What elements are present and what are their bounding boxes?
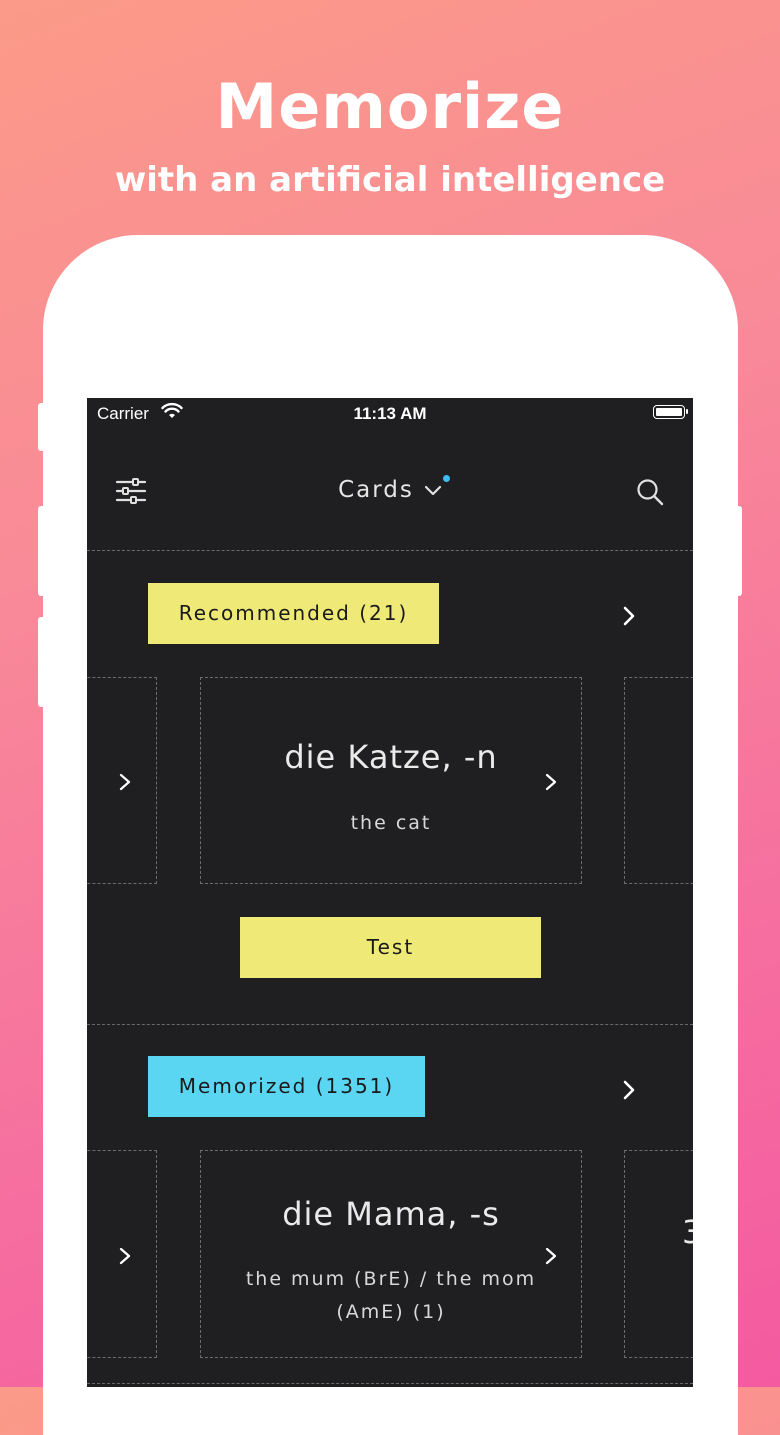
chevron-right-icon <box>545 1247 557 1265</box>
phone-volume-down <box>38 617 46 707</box>
memorized-chip[interactable]: Memorized (1351) <box>148 1056 425 1117</box>
chevron-right-icon[interactable] <box>619 604 639 628</box>
status-time: 11:13 AM <box>353 404 427 423</box>
previous-card[interactable] <box>87 1150 157 1358</box>
card-word: die Mama, -s <box>282 1195 500 1233</box>
search-icon[interactable] <box>635 477 665 507</box>
battery-icon <box>653 405 688 419</box>
promo-headline: Memorize <box>215 70 565 143</box>
phone-power-button <box>734 506 742 596</box>
recommended-chip[interactable]: Recommended (21) <box>148 583 439 644</box>
flashcard[interactable]: die Mama, -s the mum (BrE) / the mom (Am… <box>200 1150 582 1358</box>
next-card-peek-text: 3 <box>682 1213 693 1251</box>
next-card[interactable] <box>624 677 693 884</box>
next-card[interactable]: 3 <box>624 1150 693 1358</box>
card-word: die Katze, -n <box>284 738 498 776</box>
chevron-right-icon[interactable] <box>619 1078 639 1102</box>
chevron-down-icon <box>424 485 441 495</box>
nav-title-dropdown[interactable]: Cards <box>87 477 693 503</box>
section-divider <box>87 1383 693 1384</box>
nav-bar: Cards <box>87 453 693 533</box>
chevron-right-icon <box>119 1247 131 1265</box>
section-divider <box>87 550 693 551</box>
promo-subheadline: with an artificial intelligence <box>114 160 666 200</box>
phone-mute-switch <box>38 403 46 451</box>
flashcard[interactable]: die Katze, -n the cat <box>200 677 582 884</box>
section-divider <box>87 1024 693 1025</box>
notification-dot <box>443 475 450 482</box>
card-translation: the cat <box>350 812 432 834</box>
chevron-right-icon <box>119 773 131 791</box>
phone-volume-up <box>38 506 46 596</box>
nav-title-label: Cards <box>338 477 414 503</box>
app-screen: Carrier 11:13 AM Cards Recommended (21) … <box>87 398 693 1387</box>
previous-card[interactable] <box>87 677 157 884</box>
test-button[interactable]: Test <box>240 917 541 978</box>
chevron-right-icon <box>545 773 557 791</box>
status-bar: Carrier 11:13 AM <box>87 398 693 428</box>
card-translation: the mum (BrE) / the mom (AmE) (1) <box>245 1268 537 1323</box>
